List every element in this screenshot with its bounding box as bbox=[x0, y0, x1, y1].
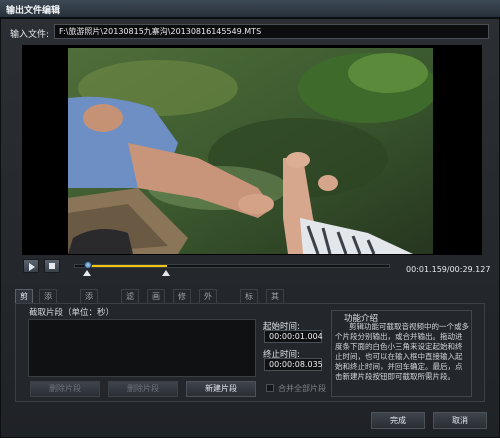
done-button[interactable]: 完成 bbox=[371, 412, 425, 429]
new-segment-button[interactable]: 新建片段 bbox=[186, 381, 256, 397]
end-marker-handle[interactable] bbox=[161, 270, 170, 276]
remove-segment-button[interactable]: 删除片段 bbox=[108, 381, 178, 397]
merge-all-checkbox[interactable] bbox=[266, 384, 274, 392]
video-frame-image bbox=[68, 48, 433, 254]
tab-clip[interactable]: 剪辑 bbox=[15, 289, 33, 314]
time-readout: 00:01.159/00:29.127 bbox=[406, 265, 491, 274]
timeline-playhead[interactable] bbox=[84, 261, 92, 269]
input-file-label: 输入文件: bbox=[10, 30, 50, 40]
segment-list-label: 截取片段（单位：秒） bbox=[29, 308, 115, 318]
start-marker-handle[interactable] bbox=[82, 270, 91, 276]
window-title: 输出文件编辑 bbox=[6, 6, 61, 16]
delete-segment-button[interactable]: 删除片段 bbox=[30, 381, 100, 397]
play-button[interactable] bbox=[23, 259, 39, 273]
tab-add-image[interactable]: 添加图片 bbox=[80, 289, 98, 340]
video-frame bbox=[68, 48, 433, 254]
tab-standard[interactable]: 标准 bbox=[240, 289, 258, 314]
merge-all-label: 合并全部片段 bbox=[278, 384, 326, 393]
tab-add-text[interactable]: 添加文字 bbox=[39, 289, 57, 340]
title-bar: 输出文件编辑 bbox=[0, 0, 500, 18]
end-time-field[interactable]: 00:00:08.035 bbox=[264, 358, 323, 371]
tab-filter[interactable]: 滤镜 bbox=[121, 289, 139, 314]
tab-trim[interactable]: 修剪 bbox=[173, 289, 191, 314]
tab-subtitles[interactable]: 外挂字幕 bbox=[199, 289, 217, 340]
input-file-path[interactable]: F:\旅游照片\20130815九寨沟\20130816145549.MTS bbox=[54, 24, 489, 39]
help-text: 剪辑功能可截取音视频中的一个或多个片段分别输出，或合并输出。拖动进度条下面的白色… bbox=[335, 322, 469, 381]
tab-quality[interactable]: 画质 bbox=[147, 289, 165, 314]
timeline-selection bbox=[87, 265, 167, 267]
timeline-track[interactable] bbox=[74, 261, 390, 269]
start-time-field[interactable]: 00:00:01.004 bbox=[264, 330, 323, 343]
stop-button[interactable] bbox=[44, 259, 60, 273]
tab-other[interactable]: 其它 bbox=[266, 289, 284, 314]
segment-list[interactable] bbox=[28, 319, 256, 377]
cancel-button[interactable]: 取消 bbox=[433, 412, 487, 429]
